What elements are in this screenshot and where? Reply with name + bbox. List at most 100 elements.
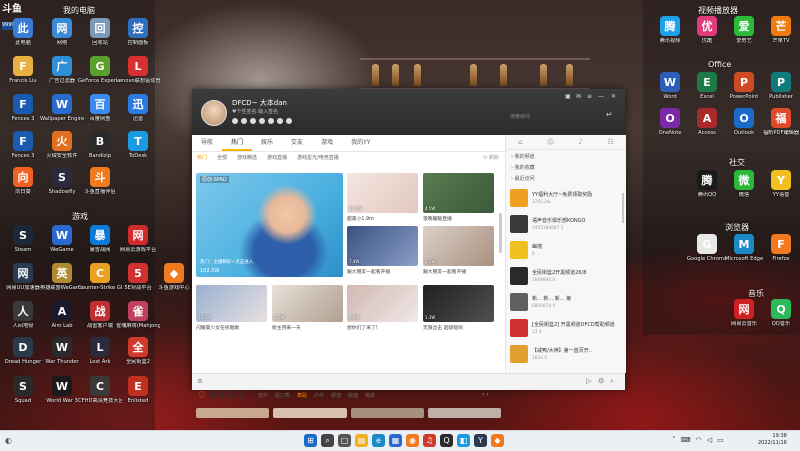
desktop-icon[interactable]: F Firefox: [759, 234, 800, 274]
sub-tab-4[interactable]: 游戏星光/电竞直播: [292, 152, 344, 165]
yy-icon[interactable]: Y: [474, 434, 487, 447]
file-explorer-icon[interactable]: ▤: [355, 434, 368, 447]
section-tab-5[interactable]: 颜值: [348, 392, 358, 399]
live-thumb-caption[interactable]: 想你们了来了!: [347, 324, 378, 331]
battery-icon[interactable]: ▭: [717, 436, 724, 444]
side-category-2[interactable]: › 最近访问: [511, 175, 535, 182]
firefox-icon[interactable]: ◉: [406, 434, 419, 447]
douyu-icon[interactable]: ◆: [491, 434, 504, 447]
live-thumb-caption[interactable]: 无限出击 超级唱响: [423, 324, 463, 331]
desktop-icon[interactable]: 此此电脑: [1, 18, 45, 58]
live-thumb-caption[interactable]: 跟大朋友一起看开播: [423, 268, 466, 275]
tab-2[interactable]: 娱乐: [252, 135, 282, 151]
side-category-1[interactable]: › 我的收藏: [511, 164, 535, 171]
live-thumb-caption[interactable]: 夜晚暖暖直播: [423, 215, 452, 222]
desktop-icon[interactable]: S Squad: [1, 376, 45, 416]
preview-thumb[interactable]: [273, 408, 347, 418]
group-icon[interactable]: ☷: [607, 138, 613, 146]
desktop-icon[interactable]: E Enlisted: [116, 376, 160, 416]
desktop-icon-douyu-game-center[interactable]: ◆ 斗鱼游戏中心: [152, 263, 196, 303]
edge-icon[interactable]: e: [372, 434, 385, 447]
tab-4[interactable]: 游戏: [312, 135, 342, 151]
side-list-item[interactable]: [全民街篮2] 开黑频道DFCD帮助频道 13 0: [510, 319, 622, 339]
live-thumb[interactable]: 3.5W: [272, 285, 343, 322]
desktop-icon[interactable]: T ToDesk: [116, 131, 160, 171]
side-list-item[interactable]: 幽墙 0: [510, 241, 622, 261]
desktop-icon[interactable]: F Francis Liu: [1, 56, 45, 96]
desktop-icon[interactable]: P Publisher: [759, 72, 800, 112]
desktop-icon[interactable]: F Fences 3: [1, 131, 45, 171]
live-thumb[interactable]: 7.4W: [347, 226, 418, 266]
desktop-icon[interactable]: L Lenovo联想驱动管理: [116, 56, 160, 96]
user-signature[interactable]: ♥个性签名:输入签名: [232, 108, 278, 115]
live-thumb[interactable]: 2.6W: [347, 285, 418, 322]
desktop-icon[interactable]: 斗斗鱼直播伴侣: [78, 167, 122, 207]
close-icon[interactable]: ✕: [611, 93, 616, 100]
live-thumb-caption[interactable]: 闪耀美少女在线唱歌: [196, 324, 239, 331]
search-icon[interactable]: ⌕: [610, 377, 614, 386]
section-tab-6[interactable]: 唱歌: [365, 392, 375, 399]
desktop-icon[interactable]: F Fences 3: [1, 94, 45, 134]
desktop-icon[interactable]: 迅迅雷: [116, 94, 160, 134]
search-input[interactable]: 搜索房间: [510, 113, 530, 120]
live-thumb-caption[interactable]: 甜美小1.9m: [347, 215, 374, 222]
menu-icon[interactable]: ≡: [587, 93, 592, 100]
netease-music-icon[interactable]: ♫: [423, 434, 436, 447]
scrollbar[interactable]: [499, 213, 502, 253]
sub-tab-0[interactable]: 热门: [192, 152, 212, 165]
section-tab-2[interactable]: 舞蹈: [297, 392, 307, 399]
avatar[interactable]: [201, 100, 227, 126]
live-thumb-caption[interactable]: 新主持来一天: [272, 324, 301, 331]
minimize-icon[interactable]: —: [598, 93, 604, 100]
preview-thumb[interactable]: [427, 408, 501, 418]
back-icon[interactable]: ↵: [606, 110, 613, 119]
badge-icon[interactable]: [250, 118, 256, 124]
ms-store-icon[interactable]: ▦: [389, 434, 402, 447]
side-list-item[interactable]: 【咸鸭/大神】第一首页开.. 1614 0: [510, 345, 622, 365]
sub-tab-1[interactable]: 全部: [212, 152, 232, 165]
volume-icon[interactable]: ◁: [707, 436, 712, 444]
user-name[interactable]: DFCD~ 大本dan: [232, 98, 287, 108]
tab-3[interactable]: 交友: [282, 135, 312, 151]
side-scrollbar[interactable]: [622, 193, 624, 223]
live-thumb[interactable]: 4.5W: [423, 173, 494, 213]
preview-thumb[interactable]: [350, 408, 424, 418]
live-thumb[interactable]: 3.1W: [423, 226, 494, 266]
side-list-item[interactable]: 新... 新... 新... 第 6800074 0: [510, 293, 622, 313]
start-icon[interactable]: ⊞: [304, 434, 317, 447]
tab-0[interactable]: 导航: [192, 135, 222, 151]
home-icon[interactable]: ⌂: [518, 138, 522, 146]
preview-thumb[interactable]: [196, 408, 270, 418]
desktop-icon[interactable]: 福福昕PDF编辑器: [759, 108, 800, 148]
badge-icon[interactable]: [286, 118, 292, 124]
desktop-icon[interactable]: 网网易云游戏平台: [116, 225, 160, 265]
side-list-item[interactable]: YY福利大厅~免费领取奖励 3701.2w: [510, 189, 622, 209]
desktop-icon[interactable]: 控控制面板: [116, 18, 160, 58]
desktop-icon[interactable]: 人人间地狱: [1, 301, 45, 341]
chevron-right-icon[interactable]: ›: [486, 391, 488, 398]
desktop-icon[interactable]: D Dread Hunger: [1, 337, 45, 377]
message-icon[interactable]: ✉: [576, 93, 581, 100]
settings-icon[interactable]: ⚙: [598, 377, 604, 385]
desktop-icon[interactable]: Y YY语音: [759, 170, 800, 210]
task-view-icon[interactable]: ▢: [338, 434, 351, 447]
person-icon[interactable]: ☺: [547, 138, 554, 146]
side-list-item[interactable]: 语声音乐俱乐部KONGO 1455184687 1: [510, 215, 622, 235]
tab-1[interactable]: 热门: [222, 135, 253, 151]
video-icon[interactable]: ▷: [586, 377, 591, 385]
chevron-up-icon[interactable]: ˄: [672, 436, 676, 444]
badge-icon[interactable]: [232, 118, 238, 124]
desktop-icon[interactable]: 网网易UU加速器: [1, 263, 45, 303]
badge-icon[interactable]: [277, 118, 283, 124]
section-tab-4[interactable]: 颜值: [331, 392, 341, 399]
side-list-item[interactable]: 全民街篮2开黑频道26/8 1669846 0: [510, 267, 622, 287]
tab-5[interactable]: 我的YY: [342, 135, 379, 151]
skin-icon[interactable]: ▣: [565, 93, 571, 100]
desktop-icon[interactable]: 向向日葵: [1, 167, 45, 207]
refresh-button[interactable]: ⟳ 刷新: [483, 154, 499, 161]
side-category-0[interactable]: › 我的频道: [511, 153, 535, 160]
qq-icon[interactable]: Q: [440, 434, 453, 447]
live-thumb[interactable]: 10.2W: [196, 285, 267, 322]
section-tab-1[interactable]: 脱口秀: [275, 392, 290, 399]
section-tab-3[interactable]: 户外: [314, 392, 324, 399]
